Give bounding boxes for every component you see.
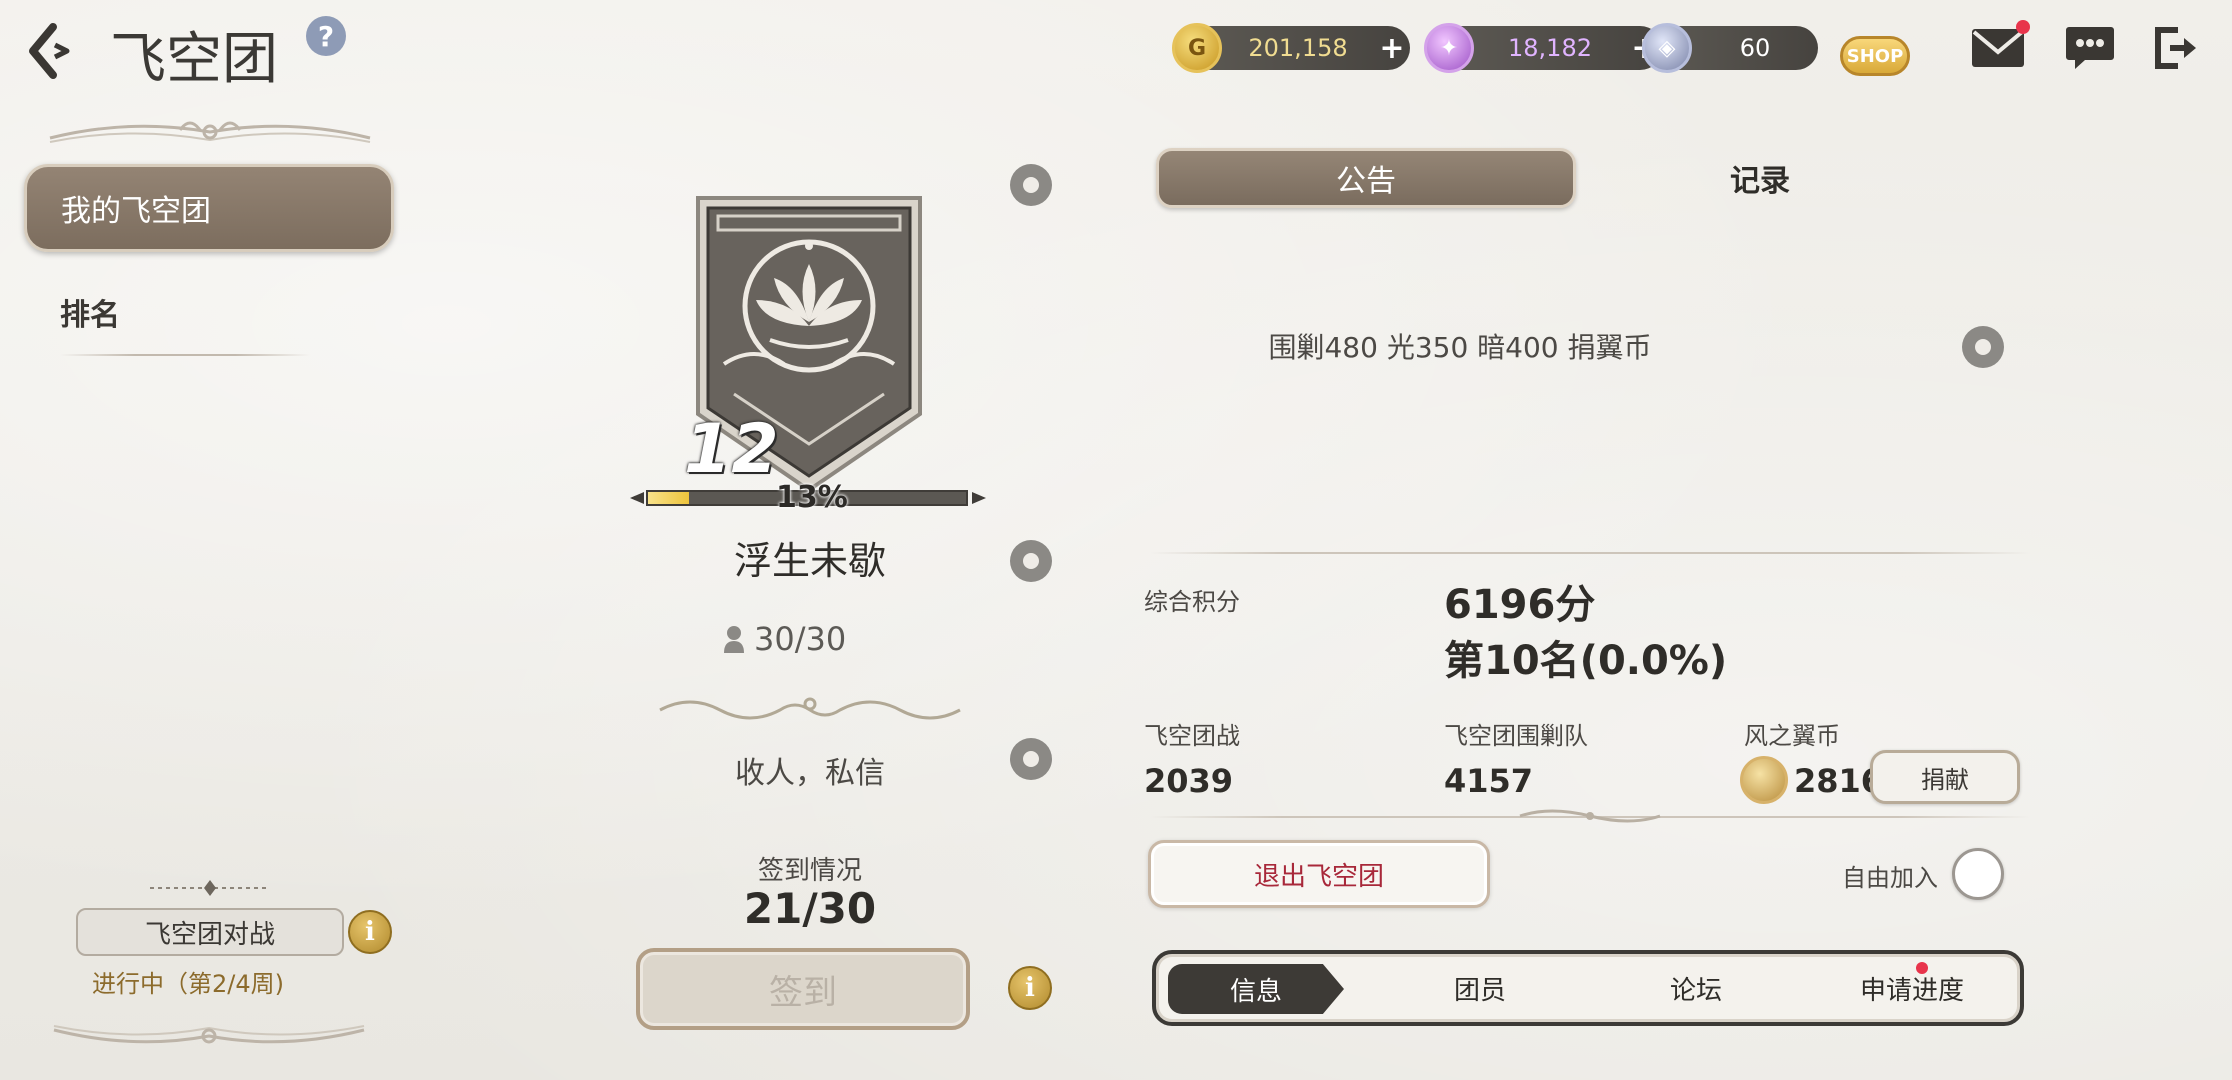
stat-raid-team-label: 飞空团围剿队 [1444, 722, 1588, 750]
gold-add-button[interactable]: + [1374, 31, 1410, 66]
guild-level: 12 [684, 410, 779, 489]
tab-application-progress-label: 申请进度 [1859, 975, 1964, 1006]
name-settings-gear-icon[interactable] [1010, 540, 1052, 582]
battle-ornament [150, 880, 270, 896]
tab-announcement[interactable]: 公告 [1156, 148, 1576, 208]
tab-members[interactable]: 团员 [1372, 954, 1588, 1022]
gold-coin-icon: G [1172, 23, 1222, 73]
exit-icon [2155, 27, 2196, 69]
center-ornament [659, 697, 961, 720]
tab-forum[interactable]: 论坛 [1588, 954, 1804, 1022]
exit-button[interactable] [2148, 24, 2204, 72]
donate-button[interactable]: 捐献 [1870, 750, 2020, 804]
emblem-settings-gear-icon[interactable] [1010, 164, 1052, 206]
gem-currency: ✦ 18,182 + [1424, 23, 1662, 73]
chat-icon [2066, 27, 2114, 69]
sidebar-item-ranking[interactable]: 排名 [60, 290, 120, 334]
member-count: 30/30 [722, 620, 846, 658]
stat-raid-team-value: 4157 [1444, 762, 1534, 800]
gold-currency: G 201,158 + [1172, 23, 1410, 73]
signin-label: 签到情况 [757, 856, 862, 886]
tab-info-label: 信息 [1168, 964, 1344, 1014]
exp-fill [648, 492, 689, 504]
score-value: 6196分 [1444, 582, 1596, 628]
member-count-value: 30/30 [754, 620, 847, 658]
stone-icon: ◈ [1642, 23, 1692, 73]
shop-label: SHOP [1840, 36, 1910, 76]
back-button[interactable] [22, 18, 78, 84]
page-title: 飞空团 [110, 27, 278, 92]
back-arrow-icon [29, 23, 70, 79]
signin-info-icon[interactable]: i [1008, 966, 1052, 1010]
mail-button[interactable] [1970, 20, 2030, 72]
score-label: 综合积分 [1144, 588, 1240, 616]
stat-guild-battle-label: 飞空团战 [1144, 722, 1240, 750]
tab-info[interactable]: 信息 [1156, 954, 1372, 1022]
mail-icon [1972, 29, 2024, 67]
chat-button[interactable] [2062, 24, 2118, 72]
battle-status: 进行中（第2/4周) [92, 970, 284, 998]
score-rank: 第10名(0.0%) [1444, 638, 1728, 684]
guild-battle-button[interactable]: 飞空团对战 [76, 908, 344, 956]
shop-button[interactable]: SHOP [1838, 16, 1912, 76]
application-notification-dot [1916, 962, 1928, 974]
actions-ornament [1519, 809, 1661, 823]
bottom-tab-bar: 信息 团员 论坛 申请进度 [1152, 950, 2024, 1026]
stone-amount: 60 [1739, 34, 1771, 62]
guild-name: 浮生未歇 [733, 539, 886, 583]
tab-record[interactable]: 记录 [1730, 156, 1790, 200]
top-ornament [49, 121, 371, 143]
stat-wing-coin-label: 风之翼币 [1744, 722, 1840, 750]
announcement-text: 围剿480 光350 暗400 捐翼币 [1268, 331, 1652, 364]
tab-application-progress[interactable]: 申请进度 [1804, 954, 2020, 1022]
wing-coin-icon [1740, 756, 1788, 804]
help-button[interactable]: ? [306, 16, 346, 56]
signin-button[interactable]: 签到 [636, 948, 970, 1030]
battle-info-icon[interactable]: i [348, 910, 392, 954]
join-mode: 收人，私信 [735, 756, 885, 791]
join-settings-gear-icon[interactable] [1010, 738, 1052, 780]
stone-currency: ◈ 60 [1642, 23, 1818, 73]
guild-exp-percent: 13% [776, 480, 848, 515]
stats-divider [1150, 552, 2030, 554]
stat-guild-battle-value: 2039 [1144, 762, 1234, 800]
sidebar-divider [60, 354, 310, 356]
free-join-toggle[interactable] [1952, 848, 2004, 900]
leave-guild-button[interactable]: 退出飞空团 [1148, 840, 1490, 908]
announcement-settings-gear-icon[interactable] [1962, 326, 2004, 368]
mail-notification-dot [2016, 20, 2030, 34]
free-join-label: 自由加入 [1842, 864, 1938, 892]
gem-icon: ✦ [1424, 23, 1474, 73]
gold-amount: 201,158 [1248, 34, 1348, 62]
bottom-ornament [53, 1025, 365, 1044]
member-icon [724, 626, 744, 653]
gem-amount: 18,182 [1508, 34, 1592, 62]
signin-count: 21/30 [743, 884, 877, 933]
sidebar-item-my-guild[interactable]: 我的飞空团 [24, 164, 394, 252]
